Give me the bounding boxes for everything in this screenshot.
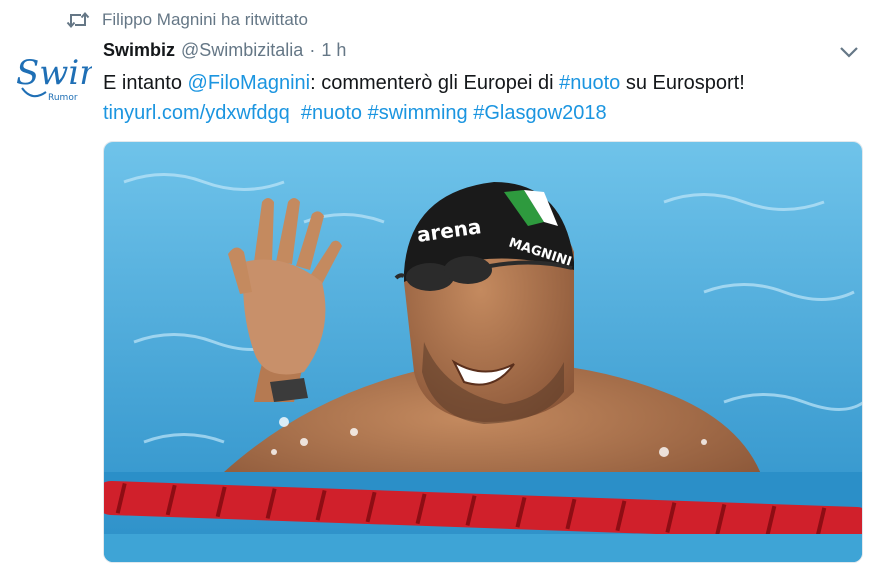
separator-dot: · (309, 39, 316, 60)
tweet-text-part: E intanto (103, 72, 188, 94)
tweet-text-part: su Eurosport! (620, 72, 745, 94)
tweet-header: Swimbiz @Swimbizitalia · 1 h (103, 37, 346, 63)
hashtag-link[interactable]: #nuoto (559, 72, 620, 94)
avatar-logo-subtext: Rumor (48, 93, 78, 103)
hashtag-link[interactable]: #nuoto (301, 102, 362, 124)
retweet-icon (66, 10, 90, 30)
mention-link[interactable]: @FiloMagnini (188, 72, 311, 94)
author-name[interactable]: Swimbiz (103, 40, 175, 61)
chevron-down-icon[interactable] (836, 42, 862, 62)
avatar-logo-text: Swim (16, 53, 92, 93)
tweet-timestamp[interactable]: 1 h (321, 40, 346, 61)
tweet-photo[interactable]: arena MAGNINI (103, 141, 863, 563)
hashtag-link[interactable]: #Glasgow2018 (473, 102, 606, 124)
tweet-card[interactable]: Filippo Magnini ha ritwittato Swim Rumor… (0, 0, 873, 587)
url-link[interactable]: tinyurl.com/ydxwfdgq (103, 102, 290, 124)
tweet-text: E intanto @FiloMagnini: commenterò gli E… (103, 68, 843, 128)
retweet-context: Filippo Magnini ha ritwittato (66, 9, 308, 31)
goggle-right (444, 256, 492, 284)
retweet-context-label: Filippo Magnini ha ritwittato (102, 10, 308, 29)
avatar[interactable]: Swim Rumor (12, 44, 92, 124)
hashtag-link[interactable]: #swimming (368, 102, 468, 124)
author-handle[interactable]: @Swimbizitalia (181, 40, 303, 61)
tweet-text-part: : commenterò gli Europei di (310, 72, 560, 94)
